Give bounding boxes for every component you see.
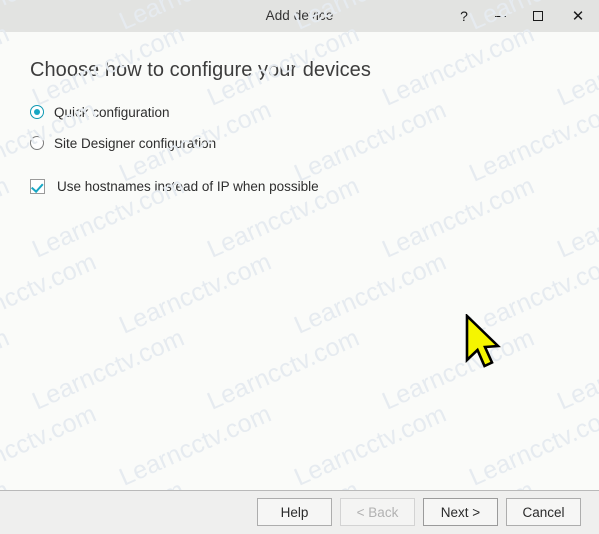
maximize-icon xyxy=(533,11,543,21)
help-button-footer[interactable]: Help xyxy=(257,498,332,526)
dialog-footer: Help < Back Next > Cancel xyxy=(0,490,599,534)
checkbox-checked-icon xyxy=(30,178,45,194)
help-button[interactable]: ? xyxy=(447,0,481,32)
add-device-dialog: Add device ? ✕ Choose how to configure y… xyxy=(0,0,599,534)
hostnames-checkbox-group: Use hostnames instead of IP when possibl… xyxy=(30,175,319,197)
back-button: < Back xyxy=(340,498,415,526)
titlebar[interactable]: Add device ? ✕ xyxy=(0,0,599,32)
maximize-button[interactable] xyxy=(519,0,557,32)
checkbox-label: Use hostnames instead of IP when possibl… xyxy=(57,178,319,194)
configuration-radio-group: Quick configuration Site Designer config… xyxy=(30,100,216,162)
close-button[interactable]: ✕ xyxy=(557,0,599,32)
radio-selected-icon xyxy=(30,105,44,119)
dialog-body: Choose how to configure your devices Qui… xyxy=(0,32,599,490)
radio-unselected-icon xyxy=(30,136,44,150)
titlebar-button-group: ? ✕ xyxy=(447,0,599,32)
footer-button-group: Help < Back Next > Cancel xyxy=(257,498,581,526)
next-button[interactable]: Next > xyxy=(423,498,498,526)
cancel-button[interactable]: Cancel xyxy=(506,498,581,526)
page-title: Choose how to configure your devices xyxy=(30,59,371,81)
radio-label: Quick configuration xyxy=(54,104,170,120)
radio-option-site-designer-configuration[interactable]: Site Designer configuration xyxy=(30,131,216,155)
radio-label: Site Designer configuration xyxy=(54,135,217,151)
radio-option-quick-configuration[interactable]: Quick configuration xyxy=(30,100,216,124)
minimize-button[interactable] xyxy=(481,0,519,32)
checkbox-use-hostnames[interactable]: Use hostnames instead of IP when possibl… xyxy=(30,175,319,197)
minimize-icon xyxy=(494,15,506,17)
